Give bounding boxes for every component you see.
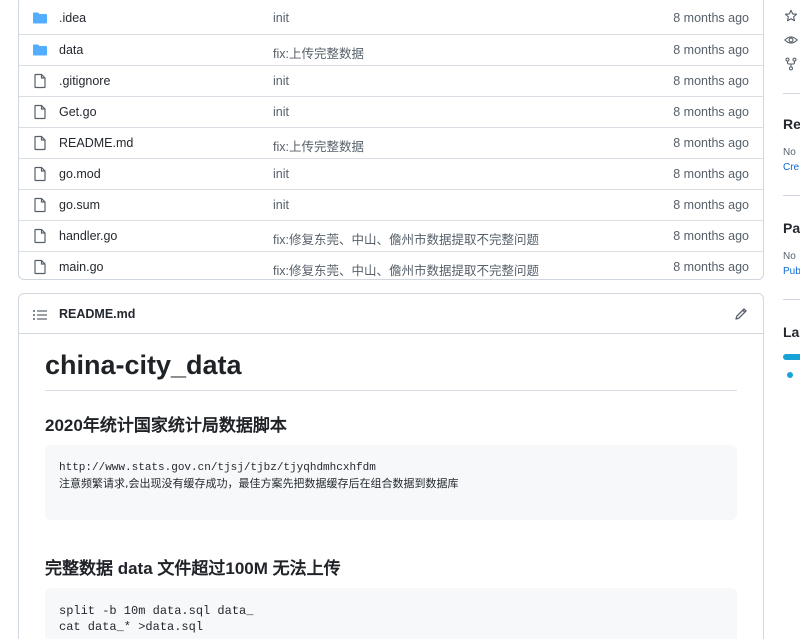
divider [783, 93, 800, 94]
commit-message-link[interactable]: init [273, 105, 289, 119]
code-block: http://www.stats.gov.cn/tjsj/tjbz/tjyqhd… [45, 445, 737, 520]
readme-heading-h2: 2020年统计国家统计局数据脚本 [45, 416, 287, 435]
code-line: cat data_* >data.sql [59, 620, 204, 634]
commit-age: 8 months ago [673, 11, 749, 25]
commit-age: 8 months ago [673, 74, 749, 88]
releases-text: No [783, 147, 796, 158]
code-line: http://www.stats.gov.cn/tjsj/tjbz/tjyqhd… [59, 462, 376, 474]
commit-message-link[interactable]: init [273, 167, 289, 181]
file-icon [32, 104, 48, 120]
commit-age: 8 months ago [673, 167, 749, 181]
file-row[interactable]: .gitignore init 8 months ago [19, 65, 763, 96]
file-row[interactable]: README.md fix:上传完整数据 8 months ago [19, 127, 763, 158]
divider [783, 299, 800, 300]
commit-message-link[interactable]: fix:上传完整数据 [273, 136, 364, 155]
readme-panel: README.md china-city_data 2020年统计国家统计局数据… [18, 293, 764, 639]
pencil-icon[interactable] [733, 306, 749, 322]
file-name-link[interactable]: main.go [59, 260, 103, 274]
commit-age: 8 months ago [673, 43, 749, 57]
commit-age: 8 months ago [673, 229, 749, 243]
fork-icon[interactable] [784, 57, 798, 71]
commit-message-link[interactable]: fix:修复东莞、中山、儋州市数据提取不完整问题 [273, 260, 539, 279]
commit-age: 8 months ago [673, 260, 749, 274]
file-icon [32, 135, 48, 151]
file-row[interactable]: go.mod init 8 months ago [19, 158, 763, 189]
language-bar [783, 354, 800, 360]
readme-title[interactable]: README.md [59, 307, 135, 321]
file-icon [32, 73, 48, 89]
create-release-link[interactable]: Cre [783, 162, 799, 173]
file-row[interactable]: .idea init 8 months ago [19, 0, 763, 34]
repo-sidebar: Re No Cre Pa No Pub La [775, 0, 800, 639]
file-icon [32, 166, 48, 182]
folder-icon [32, 10, 48, 26]
commit-message-link[interactable]: init [273, 198, 289, 212]
readme-header: README.md [19, 294, 763, 334]
readme-heading-h1: china-city_data [45, 350, 737, 391]
code-line: split -b 10m data.sql data_ [59, 604, 254, 618]
file-row[interactable]: Get.go init 8 months ago [19, 96, 763, 127]
file-icon [32, 228, 48, 244]
file-name-link[interactable]: go.mod [59, 167, 101, 181]
language-dot [787, 372, 793, 378]
commit-age: 8 months ago [673, 105, 749, 119]
star-icon[interactable] [784, 9, 798, 23]
list-icon[interactable] [32, 307, 48, 323]
file-list: .idea init 8 months ago data fix:上传完整数据 8 mon… [18, 0, 764, 280]
file-name-link[interactable]: Get.go [59, 105, 97, 119]
file-name-link[interactable]: .gitignore [59, 74, 110, 88]
file-row[interactable]: handler.go fix:修复东莞、中山、儋州市数据提取不完整问题 8 mont… [19, 220, 763, 251]
commit-message-link[interactable]: fix:修复东莞、中山、儋州市数据提取不完整问题 [273, 229, 539, 248]
languages-heading: La [783, 324, 800, 340]
readme-heading-h2: 完整数据 data 文件超过100M 无法上传 [45, 559, 341, 578]
packages-heading[interactable]: Pa [783, 220, 800, 236]
file-name-link[interactable]: README.md [59, 136, 133, 150]
file-name-link[interactable]: .idea [59, 11, 86, 25]
commit-message-link[interactable]: init [273, 74, 289, 88]
code-block: split -b 10m data.sql data_ cat data_* >… [45, 588, 737, 639]
packages-text: No [783, 251, 796, 262]
code-line: 注意频繁请求,会出现没有缓存成功，最佳方案先把数据缓存后在组合数据到数据库 [59, 477, 459, 490]
file-row[interactable]: go.sum init 8 months ago [19, 189, 763, 220]
commit-message-link[interactable]: fix:上传完整数据 [273, 43, 364, 62]
commit-message-link[interactable]: init [273, 11, 289, 25]
commit-age: 8 months ago [673, 198, 749, 212]
divider [783, 195, 800, 196]
file-name-link[interactable]: handler.go [59, 229, 117, 243]
file-name-link[interactable]: go.sum [59, 198, 100, 212]
releases-heading[interactable]: Re [783, 116, 800, 132]
file-row[interactable]: data fix:上传完整数据 8 months ago [19, 34, 763, 65]
file-name-link[interactable]: data [59, 43, 83, 57]
file-icon [32, 197, 48, 213]
folder-icon [32, 42, 48, 58]
file-row[interactable]: main.go fix:修复东莞、中山、儋州市数据提取不完整问题 8 months … [19, 251, 763, 279]
eye-icon[interactable] [784, 33, 798, 47]
file-icon [32, 259, 48, 275]
commit-age: 8 months ago [673, 136, 749, 150]
publish-package-link[interactable]: Pub [783, 266, 800, 277]
